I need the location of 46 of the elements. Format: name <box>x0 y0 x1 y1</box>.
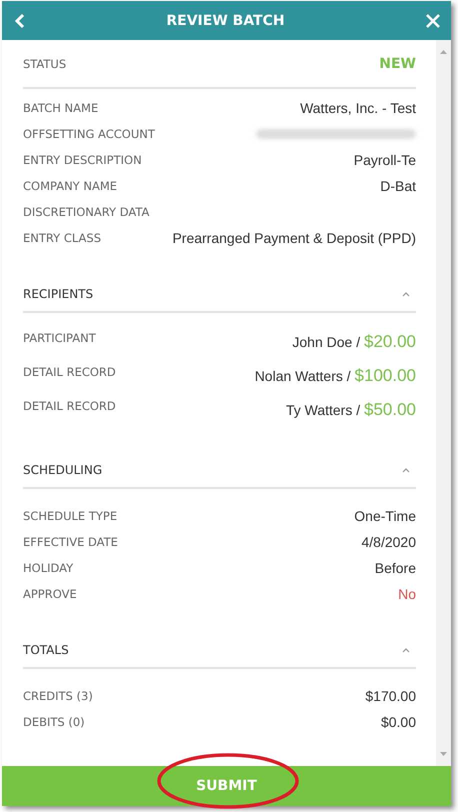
field-label: BATCH NAME <box>23 101 100 115</box>
amount-value: $100.00 <box>354 366 416 386</box>
field-value: $170.00 <box>365 688 416 704</box>
field-value: Prearranged Payment & Deposit (PPD) <box>172 230 416 246</box>
field-label: CREDITS (3) <box>23 689 94 703</box>
recipient-name: John Doe / <box>292 334 362 350</box>
field-value: D-Bat <box>380 178 416 194</box>
chevron-left-icon <box>14 12 26 28</box>
recipient-name: Ty Watters / <box>286 402 362 418</box>
caret-up-icon <box>402 292 410 296</box>
field-value: No <box>398 586 416 602</box>
field-label: APPROVE <box>23 587 78 601</box>
field-value: Before <box>374 560 416 576</box>
field-label: STATUS <box>23 56 68 70</box>
field-value: 4/8/2020 <box>362 534 416 550</box>
amount-value: $50.00 <box>364 400 416 420</box>
field-label: ENTRY DESCRIPTION <box>23 153 143 167</box>
field-label: ENTRY CLASS <box>23 231 102 245</box>
field-label: EFFECTIVE DATE <box>23 535 119 549</box>
status-value: NEW <box>379 56 416 72</box>
caret-up-icon <box>402 468 410 472</box>
section-title: RECIPIENTS <box>23 287 94 301</box>
scroll-down-arrow-icon <box>440 752 447 756</box>
amount-value: $20.00 <box>364 332 416 352</box>
scrollbar[interactable] <box>436 40 451 766</box>
field-value: $0.00 <box>380 714 416 730</box>
field-value: One-Time <box>354 508 416 524</box>
dialog-title: REVIEW BATCH <box>166 12 285 28</box>
field-label: COMPANY NAME <box>23 179 118 193</box>
field-label: HOLIDAY <box>23 561 74 575</box>
field-label: SCHEDULE TYPE <box>23 509 118 523</box>
field-label: DISCRETIONARY DATA <box>23 205 150 219</box>
field-label: DETAIL RECORD <box>23 364 117 379</box>
scroll-up-arrow-icon <box>440 50 447 54</box>
field-label: DEBITS (0) <box>23 715 86 729</box>
caret-up-icon <box>402 648 410 652</box>
field-value: Payroll-Te <box>354 152 416 168</box>
submit-button[interactable]: SUBMIT <box>190 777 263 795</box>
section-title: TOTALS <box>23 643 70 657</box>
section-title: SCHEDULING <box>23 463 104 477</box>
field-label: DETAIL RECORD <box>23 398 117 413</box>
close-icon <box>424 12 441 28</box>
field-value: Watters, Inc. - Test <box>300 100 416 116</box>
recipient-name: Nolan Watters / <box>254 368 352 384</box>
field-label: OFFSETTING ACCOUNT <box>23 127 156 141</box>
field-label: PARTICIPANT <box>23 330 97 345</box>
